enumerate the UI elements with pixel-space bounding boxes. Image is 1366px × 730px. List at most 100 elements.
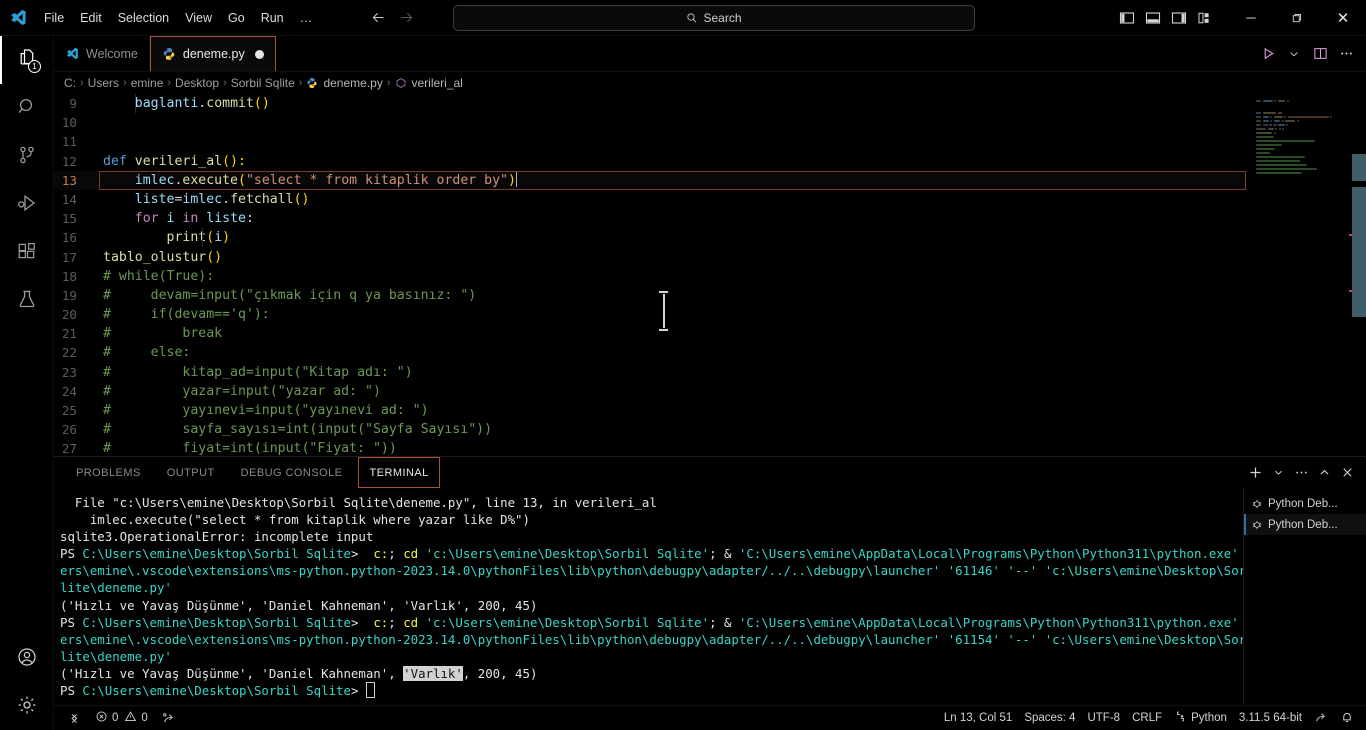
code-line[interactable]: 10 <box>54 113 1246 132</box>
code-line[interactable]: 21 # break <box>54 324 1246 343</box>
sidebar-item-source-control[interactable] <box>0 132 53 180</box>
code-text[interactable]: # else: <box>99 343 1246 362</box>
breadcrumb-item[interactable]: Sorbil Sqlite <box>231 76 295 90</box>
code-line[interactable]: 20 # if(devam=='q'): <box>54 305 1246 324</box>
breadcrumb-item[interactable]: C: <box>64 76 76 90</box>
code-text[interactable]: for i in liste: <box>99 209 1246 228</box>
code-line[interactable]: 17 tablo_olustur() <box>54 248 1246 267</box>
plus-icon[interactable] <box>1244 461 1266 485</box>
menu-selection[interactable]: Selection <box>110 7 177 29</box>
code-content[interactable]: 9 baglanti.commit() 10 11 12 def verileri_al… <box>54 94 1246 456</box>
code-line[interactable]: 11 <box>54 132 1246 151</box>
customize-layout-icon[interactable] <box>1192 4 1218 32</box>
code-line[interactable]: 9 baglanti.commit() <box>54 94 1246 113</box>
arrow-left-icon[interactable] <box>368 8 388 28</box>
status-python-interpreter[interactable]: 3.11.5 64-bit <box>1233 706 1308 730</box>
code-text[interactable]: # break <box>99 324 1246 343</box>
window-minimize-button[interactable]: ─ <box>1228 0 1274 35</box>
code-text[interactable]: imlec.execute("select * from kitaplik or… <box>99 171 1246 190</box>
list-item[interactable]: Python Deb... <box>1244 493 1366 514</box>
code-text[interactable]: # yazar=input("yazar ad: ") <box>99 382 1246 401</box>
status-encoding[interactable]: UTF-8 <box>1081 706 1126 730</box>
code-line[interactable]: 25 # yayınevi=input("yayınevi ad: ") <box>54 401 1246 420</box>
scrollbar-thumb[interactable] <box>1352 154 1366 181</box>
code-line[interactable]: 12 def verileri_al(): <box>54 152 1246 171</box>
tab-output[interactable]: OUTPUT <box>157 457 225 488</box>
code-line[interactable]: 23 # kitap_ad=input("Kitap adı: ") <box>54 363 1246 382</box>
search-input[interactable]: Search <box>453 5 975 31</box>
status-feedback[interactable] <box>1308 706 1334 730</box>
code-line[interactable]: 27 # fiyat=int(input("Fiyat: ")) <box>54 439 1246 456</box>
code-line[interactable]: 22 # else: <box>54 343 1246 362</box>
code-text[interactable]: # kitap_ad=input("Kitap adı: ") <box>99 363 1246 382</box>
more-actions-icon[interactable] <box>1334 41 1358 67</box>
window-maximize-button[interactable] <box>1274 0 1320 35</box>
code-line[interactable]: 14 liste=imlec.fetchall() <box>54 190 1246 209</box>
chevron-down-icon[interactable] <box>1282 41 1306 67</box>
code-line[interactable]: 13 imlec.execute("select * from kitaplik… <box>54 170 1246 191</box>
terminal[interactable]: File "c:\Users\emine\Desktop\Sorbil Sqli… <box>54 488 1243 705</box>
tab-terminal[interactable]: TERMINAL <box>358 457 440 488</box>
code-line[interactable]: 26 # sayfa_sayısı=int(input("Sayfa Sayısı… <box>54 420 1246 439</box>
code-text[interactable]: # devam=input("çıkmak için q ya basınız:… <box>99 286 1246 305</box>
breadcrumb-item[interactable]: deneme.py <box>323 76 382 90</box>
breadcrumb-item[interactable]: Users <box>88 76 119 90</box>
sidebar-item-testing[interactable] <box>0 276 53 324</box>
tab-dirty-indicator[interactable] <box>254 49 264 59</box>
code-text[interactable]: tablo_olustur() <box>99 248 1246 267</box>
code-editor[interactable]: 9 baglanti.commit() 10 11 12 def verileri_al… <box>54 94 1366 456</box>
breadcrumb-item[interactable]: Desktop <box>175 76 219 90</box>
sidebar-item-run-and-debug[interactable] <box>0 180 53 228</box>
tab-welcome[interactable]: Welcome <box>54 36 150 71</box>
code-lines[interactable]: 9 baglanti.commit() 10 11 12 def verileri_al… <box>54 94 1246 456</box>
code-line[interactable]: 24 # yazar=input("yazar ad: ") <box>54 382 1246 401</box>
window-close-button[interactable]: ✕ <box>1320 0 1366 35</box>
code-text[interactable]: # yayınevi=input("yayınevi ad: ") <box>99 401 1246 420</box>
status-badge[interactable]: 0 0 <box>89 706 154 730</box>
tab-problems[interactable]: PROBLEMS <box>66 457 151 488</box>
sidebar-item-search[interactable] <box>0 84 53 132</box>
menu-edit[interactable]: Edit <box>72 7 110 29</box>
toggle-secondary-sidebar-icon[interactable] <box>1166 4 1192 32</box>
split-editor-icon[interactable] <box>1308 41 1332 67</box>
code-text[interactable]: # while(True): <box>99 267 1246 286</box>
tab-debug-console[interactable]: DEBUG CONSOLE <box>231 457 353 488</box>
code-text[interactable]: def verileri_al(): <box>99 152 1246 171</box>
more-actions-icon[interactable] <box>1290 461 1312 485</box>
minimap[interactable] <box>1246 94 1366 456</box>
menu-go[interactable]: Go <box>220 7 253 29</box>
status-indentation[interactable]: Spaces: 4 <box>1018 706 1081 730</box>
chevron-up-icon[interactable] <box>1313 461 1335 485</box>
code-line[interactable]: 15 for i in liste: <box>54 209 1246 228</box>
status-editor-position[interactable]: Ln 13, Col 51 <box>938 706 1018 730</box>
code-text[interactable]: print(i) <box>99 228 1246 247</box>
code-text[interactable]: # sayfa_sayısı=int(input("Sayfa Sayısı")… <box>99 420 1246 439</box>
toggle-primary-sidebar-icon[interactable] <box>1114 4 1140 32</box>
list-item[interactable]: Python Deb... <box>1244 514 1366 535</box>
status-live-share[interactable] <box>156 706 182 730</box>
code-text[interactable]: baglanti.commit() <box>99 94 1246 113</box>
manage-settings-button[interactable] <box>0 682 53 730</box>
status-eol[interactable]: CRLF <box>1126 706 1168 730</box>
scrollbar-thumb-secondary[interactable] <box>1352 187 1366 317</box>
toggle-panel-icon[interactable] <box>1140 4 1166 32</box>
code-line[interactable]: 16 print(i) <box>54 228 1246 247</box>
breadcrumb-item[interactable]: emine <box>131 76 164 90</box>
menu-more[interactable]: … <box>292 7 321 29</box>
menu-file[interactable]: File <box>36 7 72 29</box>
close-icon[interactable] <box>1336 461 1358 485</box>
code-text[interactable]: liste=imlec.fetchall() <box>99 190 1246 209</box>
breadcrumb-item[interactable]: verileri_al <box>412 76 463 90</box>
status-notifications[interactable] <box>1334 706 1360 730</box>
code-text[interactable]: # fiyat=int(input("Fiyat: ")) <box>99 439 1246 456</box>
editor-scrollbar[interactable] <box>1352 94 1366 456</box>
sidebar-item-explorer[interactable]: 1 <box>0 36 53 84</box>
run-play-icon[interactable] <box>1256 41 1280 67</box>
menu-view[interactable]: View <box>177 7 220 29</box>
tab-deneme-py[interactable]: deneme.py <box>149 36 276 71</box>
code-line[interactable]: 19 # devam=input("çıkmak için q ya basını… <box>54 286 1246 305</box>
sidebar-item-extensions[interactable] <box>0 228 53 276</box>
code-line[interactable]: 18 # while(True): <box>54 267 1246 286</box>
status-language-mode[interactable]: Python <box>1168 706 1233 730</box>
accounts-button[interactable] <box>0 634 53 682</box>
